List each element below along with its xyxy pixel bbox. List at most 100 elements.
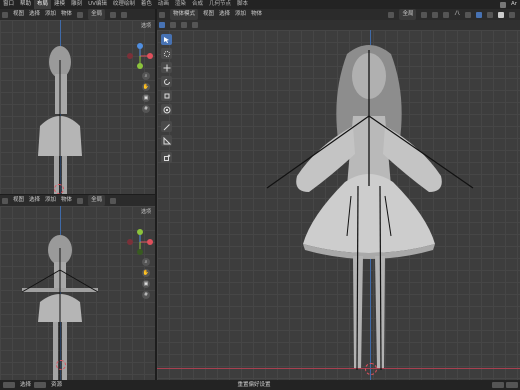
ortho-grid-icon[interactable]: # bbox=[142, 291, 150, 299]
solid-shading-icon[interactable] bbox=[498, 11, 504, 18]
measure-tool-button[interactable] bbox=[161, 135, 172, 146]
menu-add[interactable]: 添加 bbox=[45, 9, 56, 20]
menu-add[interactable]: 添加 bbox=[45, 195, 56, 206]
tab-uv-editing[interactable]: UV编辑 bbox=[85, 0, 110, 9]
tab-geometry-nodes[interactable]: 几何节点 bbox=[206, 0, 234, 9]
3d-cursor-icon[interactable] bbox=[365, 363, 377, 375]
3d-cursor-icon[interactable] bbox=[54, 184, 64, 194]
status-bar: 选择 资源 重置偏好设置 bbox=[0, 380, 520, 390]
pan-hand-icon[interactable]: ✋ bbox=[142, 83, 150, 91]
transform-orientation-select[interactable]: 全局 bbox=[399, 9, 417, 20]
3d-cursor-icon[interactable] bbox=[56, 360, 66, 370]
tab-texture-paint[interactable]: 纹理绘制 bbox=[110, 0, 138, 9]
zoom-icon[interactable]: ⌕ bbox=[142, 258, 150, 266]
tab-layout[interactable]: 布局 bbox=[34, 0, 52, 9]
transform-orientation-icon[interactable] bbox=[388, 11, 395, 18]
left-bottom-viewport[interactable]: 选项 ⌕ ✋ ▣ # bbox=[0, 206, 155, 380]
menu-window[interactable]: 窗口 bbox=[0, 0, 17, 9]
transform-tool-button[interactable] bbox=[161, 104, 172, 115]
status-icon-2 bbox=[506, 382, 518, 388]
tab-sculpting[interactable]: 雕刻 bbox=[68, 0, 85, 9]
xray-icon[interactable] bbox=[487, 11, 493, 18]
ortho-grid-icon[interactable]: # bbox=[142, 105, 150, 113]
menu-view[interactable]: 视图 bbox=[13, 9, 24, 20]
material-shading-icon[interactable] bbox=[509, 11, 515, 18]
pan-hand-icon[interactable]: ✋ bbox=[142, 269, 150, 277]
status-icon-1 bbox=[492, 382, 504, 388]
tab-shading[interactable]: 着色 bbox=[138, 0, 155, 9]
menu-view[interactable]: 视图 bbox=[203, 9, 214, 20]
tab-rendering[interactable]: 渲染 bbox=[172, 0, 189, 9]
options-button[interactable]: 选项 bbox=[141, 22, 151, 29]
pivot-icon[interactable] bbox=[421, 11, 428, 18]
cursor-arrow-icon bbox=[163, 36, 169, 43]
select-box-icon[interactable] bbox=[159, 22, 165, 28]
status-asset-hint: 资源 bbox=[51, 382, 63, 388]
snap-icon[interactable] bbox=[432, 11, 439, 18]
left-bottom-viewport-header: 视图 选择 添加 物体 全局 bbox=[0, 195, 155, 206]
ruler-icon bbox=[163, 136, 171, 144]
transform-orientation-select[interactable]: 全局 bbox=[88, 195, 106, 206]
transform-orientation-icon[interactable] bbox=[77, 197, 84, 204]
character-model-tpose-view bbox=[21, 235, 99, 380]
rotate-icon bbox=[163, 78, 170, 85]
move-tool-button[interactable] bbox=[161, 62, 172, 73]
cursor-tool-button[interactable] bbox=[161, 48, 172, 59]
zoom-icon[interactable]: ⌕ bbox=[142, 72, 150, 80]
select-subtract-icon[interactable] bbox=[181, 22, 187, 28]
main-viewport-header: 物体模式 视图 选择 添加 物体 全局 八 bbox=[157, 9, 520, 20]
tab-modeling[interactable]: 建模 bbox=[51, 0, 68, 9]
transform-icon bbox=[163, 106, 170, 113]
editor-type-icon[interactable] bbox=[2, 11, 8, 18]
menu-select[interactable]: 选择 bbox=[29, 9, 40, 20]
proportional-edit-icon[interactable] bbox=[443, 11, 450, 18]
menu-help[interactable]: 帮助 bbox=[17, 0, 34, 9]
menu-object[interactable]: 物体 bbox=[61, 9, 72, 20]
add-cube-tool-button[interactable] bbox=[161, 152, 172, 163]
menu-select[interactable]: 选择 bbox=[219, 9, 230, 20]
camera-icon[interactable]: ▣ bbox=[142, 94, 150, 102]
camera-icon[interactable]: ▣ bbox=[142, 280, 150, 288]
scene-icon[interactable] bbox=[499, 1, 506, 8]
transform-orientation-select[interactable]: 全局 bbox=[88, 9, 106, 20]
character-model-front-view bbox=[38, 46, 82, 194]
add-cube-icon bbox=[163, 154, 170, 161]
proportional-edit-icon[interactable] bbox=[121, 11, 128, 18]
main-viewport-subheader bbox=[157, 20, 520, 30]
menu-view[interactable]: 视图 bbox=[13, 195, 24, 206]
menu-select[interactable]: 选择 bbox=[29, 195, 40, 206]
snap-icon[interactable] bbox=[110, 11, 117, 18]
scale-tool-button[interactable] bbox=[161, 90, 172, 101]
pencil-icon bbox=[163, 123, 170, 130]
select-invert-icon[interactable] bbox=[192, 22, 198, 28]
tab-scripting[interactable]: 脚本 bbox=[234, 0, 251, 9]
mouse-right-icon bbox=[34, 382, 47, 388]
select-extend-icon[interactable] bbox=[170, 22, 176, 28]
tab-animation[interactable]: 动画 bbox=[155, 0, 172, 9]
mouse-left-icon bbox=[3, 382, 15, 388]
status-select-hint: 选择 bbox=[20, 382, 32, 388]
rotate-tool-button[interactable] bbox=[161, 76, 172, 87]
move-icon bbox=[163, 64, 170, 71]
select-tool-button[interactable] bbox=[161, 34, 172, 45]
navigation-gizmo[interactable] bbox=[126, 228, 154, 256]
object-mode-select[interactable]: 物体模式 bbox=[170, 9, 199, 20]
editor-type-icon[interactable] bbox=[159, 11, 165, 18]
menu-add[interactable]: 添加 bbox=[235, 9, 246, 20]
visibility-icon[interactable] bbox=[465, 11, 471, 18]
navigation-gizmo[interactable] bbox=[126, 42, 154, 70]
extra-label[interactable]: 八 bbox=[454, 9, 460, 20]
snap-icon[interactable] bbox=[110, 197, 117, 204]
menu-object[interactable]: 物体 bbox=[251, 9, 262, 20]
editor-type-icon[interactable] bbox=[2, 197, 8, 204]
transform-orientation-icon[interactable] bbox=[77, 11, 84, 18]
overlays-icon[interactable] bbox=[476, 11, 482, 18]
options-button[interactable]: 选项 bbox=[141, 208, 151, 215]
annotate-tool-button[interactable] bbox=[161, 121, 172, 132]
menu-object[interactable]: 物体 bbox=[61, 195, 72, 206]
status-reset-preferences[interactable]: 重置偏好设置 bbox=[234, 380, 273, 390]
account-label[interactable]: Ar bbox=[508, 0, 520, 9]
main-viewport[interactable] bbox=[157, 30, 520, 380]
left-top-viewport[interactable]: 选项 ⌕ ✋ ▣ # bbox=[0, 20, 155, 194]
tab-compositing[interactable]: 合成 bbox=[189, 0, 206, 9]
